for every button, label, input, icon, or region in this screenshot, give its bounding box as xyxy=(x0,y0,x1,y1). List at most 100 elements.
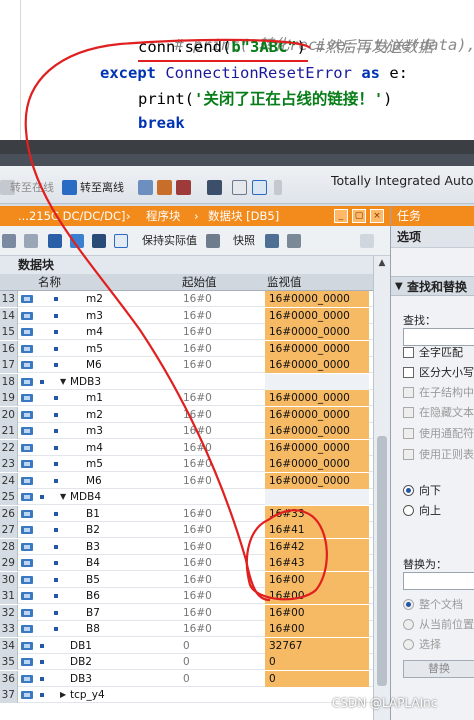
start-value[interactable]: 16#0 xyxy=(183,423,212,439)
table-row[interactable]: 34 DB1 0 32767 xyxy=(0,637,373,654)
member-icon xyxy=(40,693,44,697)
collapse-all-icon[interactable] xyxy=(70,234,84,248)
scrollbar-thumb[interactable] xyxy=(377,436,387,686)
checkbox-icon xyxy=(403,367,414,378)
table-row[interactable]: 24 M6 16#0 16#0000_0000 xyxy=(0,472,373,489)
keep-actual-icon[interactable] xyxy=(206,234,220,248)
split-vertical-icon[interactable] xyxy=(252,180,267,195)
table-row[interactable]: 30 B5 16#0 16#00 xyxy=(0,571,373,588)
start-value[interactable]: 16#0 xyxy=(183,440,212,456)
table-row[interactable]: 32 B7 16#0 16#00 xyxy=(0,604,373,621)
table-row[interactable]: 36 DB3 0 0 xyxy=(0,670,373,687)
table-row[interactable]: 25 ▼ MDB4 xyxy=(0,489,373,506)
table-row[interactable]: 20 m2 16#0 16#0000_0000 xyxy=(0,406,373,423)
table-row[interactable]: 13 m2 16#0 16#0000_0000 xyxy=(0,291,373,308)
start-value[interactable]: 16#0 xyxy=(183,308,212,324)
breadcrumb-db[interactable]: 数据块 [DB5] xyxy=(208,206,279,226)
breadcrumb-blocks[interactable]: 程序块 xyxy=(146,206,181,226)
table-row[interactable]: 27 B2 16#0 16#41 xyxy=(0,522,373,539)
start-value[interactable]: 16#0 xyxy=(183,522,212,538)
expand-icon[interactable]: ▶ xyxy=(60,691,66,699)
start-value[interactable]: 16#0 xyxy=(183,341,212,357)
start-value[interactable]: 0 xyxy=(183,671,190,687)
table-row[interactable]: 19 m1 16#0 16#0000_0000 xyxy=(0,390,373,407)
snapshot-button[interactable]: 快照 xyxy=(233,234,255,248)
table-row[interactable]: 33 B8 16#0 16#00 xyxy=(0,621,373,638)
close-icon[interactable]: × xyxy=(370,209,384,223)
monitor-all-icon[interactable] xyxy=(114,234,128,248)
table-row[interactable]: 23 m5 16#0 16#0000_0000 xyxy=(0,456,373,473)
start-value[interactable]: 16#0 xyxy=(183,324,212,340)
keep-actual-values-button[interactable]: 保持实际值 xyxy=(142,234,197,248)
direction-up-radio[interactable]: 向上 xyxy=(403,504,441,518)
header-monitor-value[interactable]: 监视值 xyxy=(267,274,302,291)
split-horizontal-icon[interactable] xyxy=(232,180,247,195)
overflow-icon[interactable] xyxy=(274,180,282,195)
start-value[interactable]: 16#0 xyxy=(183,555,212,571)
stop-cpu-icon[interactable] xyxy=(176,180,191,195)
start-value[interactable]: 16#0 xyxy=(183,357,212,373)
list-view-icon[interactable] xyxy=(92,234,106,248)
copy-snapshot-icon[interactable] xyxy=(265,234,279,248)
code-keyword-as: as xyxy=(361,64,380,82)
start-value[interactable]: 16#0 xyxy=(183,572,212,588)
start-value[interactable]: 0 xyxy=(183,638,190,654)
accessible-devices-icon[interactable] xyxy=(138,180,153,195)
direction-down-radio[interactable]: 向下 xyxy=(403,484,441,498)
expand-all-icon[interactable] xyxy=(48,234,62,248)
find-option-checkbox[interactable]: 全字匹配 xyxy=(403,346,463,360)
start-value[interactable]: 16#0 xyxy=(183,407,212,423)
table-row[interactable]: 29 B4 16#0 16#43 xyxy=(0,555,373,572)
collapse-icon[interactable]: ▼ xyxy=(60,377,66,386)
go-online-button[interactable]: 转至在线 xyxy=(10,180,54,196)
table-row[interactable]: 22 m4 16#0 16#0000_0000 xyxy=(0,439,373,456)
start-value[interactable]: 16#0 xyxy=(183,539,212,555)
start-value[interactable]: 16#0 xyxy=(183,291,212,307)
insert-row-icon[interactable] xyxy=(2,234,16,248)
header-start-value[interactable]: 起始值 xyxy=(182,274,217,291)
replace-input[interactable] xyxy=(403,572,474,590)
start-value[interactable]: 16#0 xyxy=(183,506,212,522)
table-row[interactable]: 17 M6 16#0 16#0000_0000 xyxy=(0,357,373,374)
options-heading[interactable]: 选项 xyxy=(391,226,474,248)
add-row-icon[interactable] xyxy=(24,234,38,248)
table-row[interactable]: 37 ▶ tcp_y4 xyxy=(0,687,373,704)
start-value[interactable]: 16#0 xyxy=(183,390,212,406)
table-row[interactable]: 21 m3 16#0 16#0000_0000 xyxy=(0,423,373,440)
start-value[interactable]: 16#0 xyxy=(183,621,212,637)
collapse-icon[interactable]: ▼ xyxy=(60,493,66,501)
table-row[interactable]: 14 m3 16#0 16#0000_0000 xyxy=(0,307,373,324)
table-row[interactable]: 28 B3 16#0 16#42 xyxy=(0,538,373,555)
find-replace-heading[interactable]: ▼ 查找和替换 xyxy=(391,276,474,296)
close-icon[interactable] xyxy=(207,180,222,195)
breadcrumb-device[interactable]: ...215C DC/DC/DC] xyxy=(18,206,126,226)
tag-name: m2 xyxy=(86,293,103,305)
table-scrollbar[interactable]: ▲ xyxy=(373,256,390,720)
table-row[interactable]: 26 B1 16#0 16#33 xyxy=(0,505,373,522)
scroll-up-icon[interactable]: ▲ xyxy=(374,256,390,270)
member-icon xyxy=(54,429,58,433)
start-value[interactable]: 16#0 xyxy=(183,473,212,489)
table-row[interactable]: 15 m4 16#0 16#0000_0000 xyxy=(0,324,373,341)
overflow-icon[interactable] xyxy=(360,234,374,248)
start-value[interactable]: 16#0 xyxy=(183,588,212,604)
checkbox-icon xyxy=(403,428,414,439)
header-name[interactable]: 名称 xyxy=(38,274,61,291)
find-option-checkbox[interactable]: 区分大小写 xyxy=(403,366,474,380)
load-snapshot-icon[interactable] xyxy=(287,234,301,248)
start-value[interactable]: 16#0 xyxy=(183,605,212,621)
start-value[interactable]: 0 xyxy=(183,654,190,670)
start-value[interactable]: 16#0 xyxy=(183,456,212,472)
go-offline-button[interactable]: 转至离线 xyxy=(80,180,124,196)
table-row[interactable]: 16 m5 16#0 16#0000_0000 xyxy=(0,340,373,357)
table-row[interactable]: 31 B6 16#0 16#00 xyxy=(0,588,373,605)
find-input[interactable] xyxy=(403,328,474,346)
table-row[interactable]: 18 ▼ MDB3 xyxy=(0,373,373,390)
tag-name: B5 xyxy=(86,573,100,586)
restore-icon[interactable]: ▢ xyxy=(352,209,366,223)
table-row[interactable]: 35 DB2 0 0 xyxy=(0,654,373,671)
go-offline-icon[interactable] xyxy=(62,180,77,195)
start-cpu-icon[interactable] xyxy=(157,180,172,195)
minimize-icon[interactable]: _ xyxy=(334,209,348,223)
replace-button[interactable]: 替换 xyxy=(403,660,474,678)
